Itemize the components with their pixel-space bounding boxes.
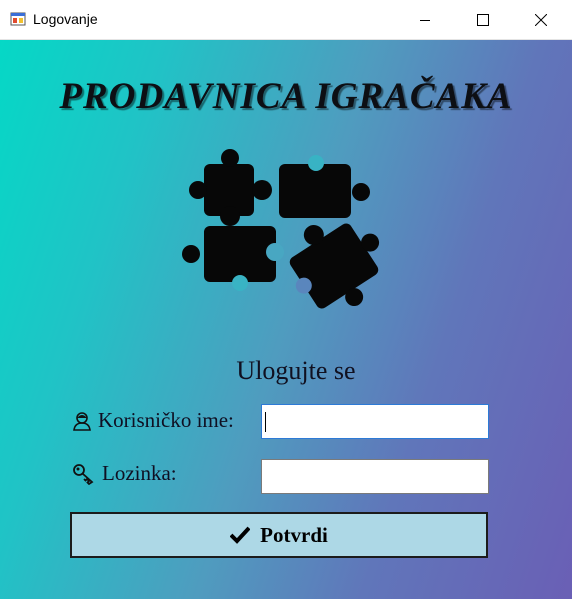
confirm-button-label: Potvrdi xyxy=(260,522,328,547)
store-title: PRODAVNICA IGRAČAKA xyxy=(59,76,513,117)
confirm-button[interactable]: Potvrdi xyxy=(70,512,488,558)
window-title: Logovanje xyxy=(33,11,98,27)
close-icon xyxy=(535,14,547,26)
login-heading: Ulogujte se xyxy=(236,356,356,385)
puzzle-pieces-icon xyxy=(182,149,380,309)
password-input[interactable] xyxy=(261,459,489,494)
password-label-row: Lozinka: xyxy=(72,461,177,486)
key-icon xyxy=(73,463,94,485)
maximize-icon xyxy=(477,14,489,26)
minimize-button[interactable] xyxy=(402,0,448,40)
checkmark-icon xyxy=(230,526,251,544)
password-label: Lozinka: xyxy=(102,461,177,485)
maximize-button[interactable] xyxy=(460,0,506,40)
username-label-row: Korisničko ime: xyxy=(72,408,234,433)
minimize-icon xyxy=(420,20,430,21)
user-icon xyxy=(73,411,91,431)
text-cursor xyxy=(265,412,266,432)
username-label: Korisničko ime: xyxy=(98,408,234,432)
username-input[interactable] xyxy=(261,404,489,439)
login-form-panel: PRODAVNICA IGRAČAKA Ulogujte se Korisnič… xyxy=(0,40,572,599)
title-bar: Logovanje xyxy=(0,0,572,40)
app-window-icon xyxy=(10,12,26,26)
close-button[interactable] xyxy=(518,0,564,40)
